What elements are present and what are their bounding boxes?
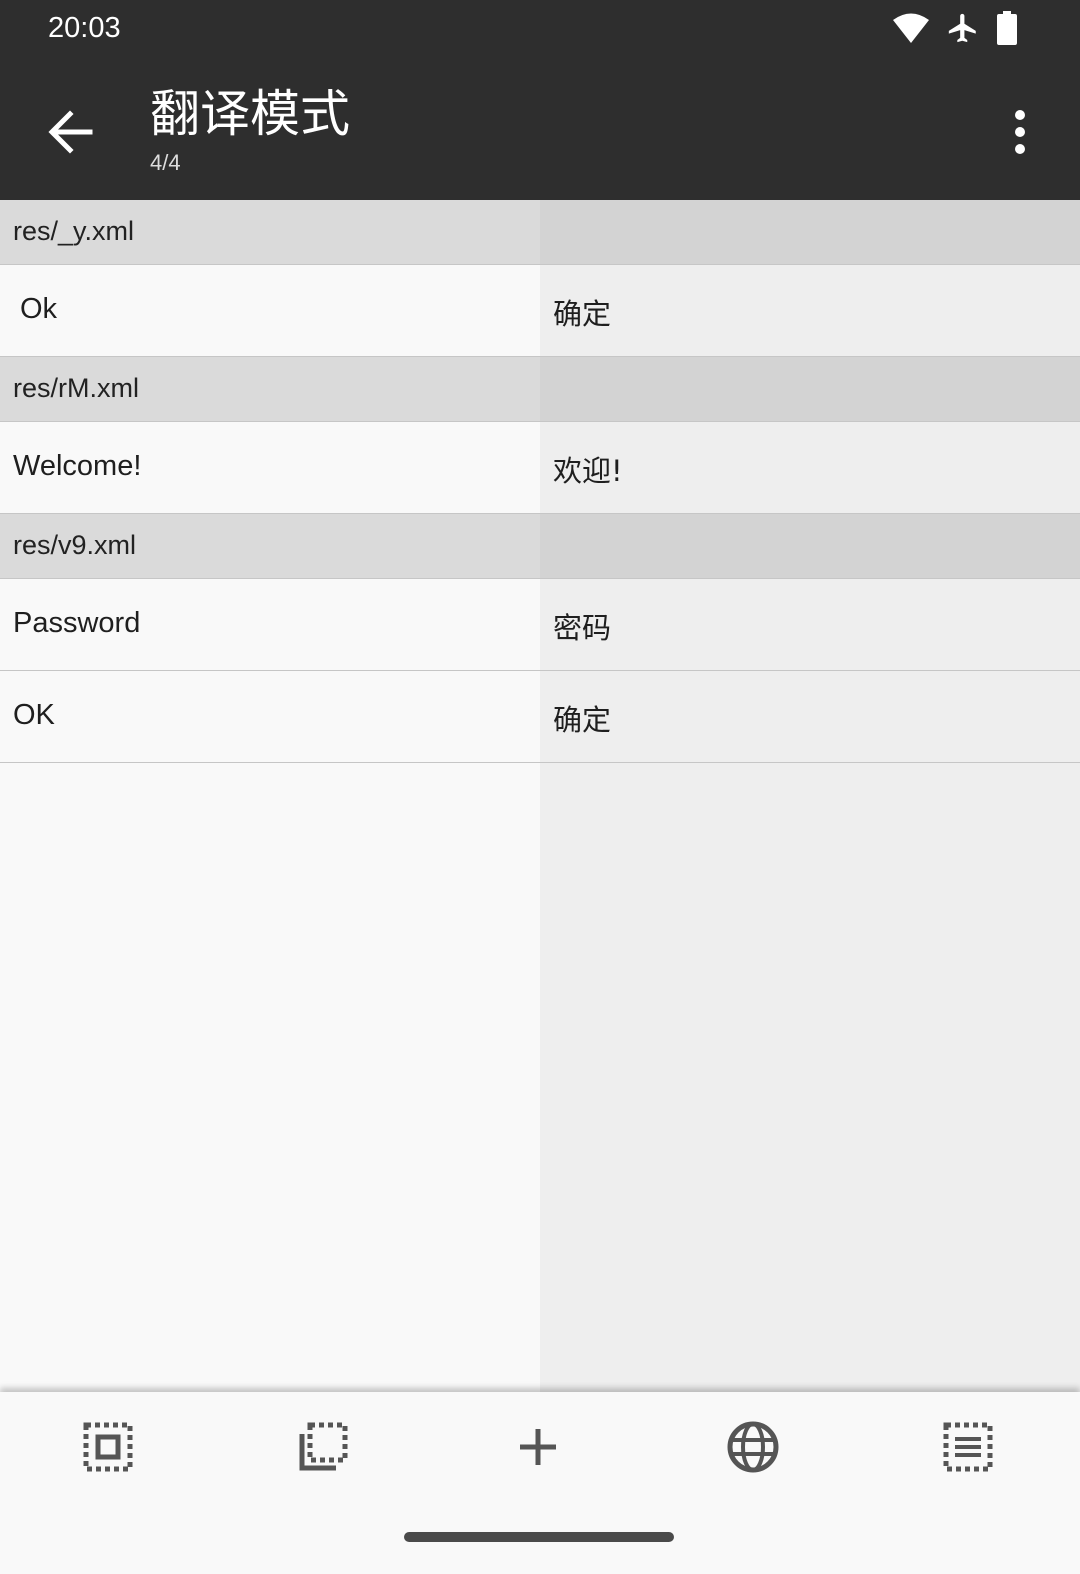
translated-text: 密码 [553,611,612,645]
status-icons [892,10,1018,50]
more-vert-icon [1000,110,1040,166]
airplane-icon [946,11,980,49]
status-bar: 20:03 [0,0,1080,62]
add-icon [516,1425,560,1473]
translation-list[interactable]: res/_y.xml Ok 确定 res/rM.xml Welcome! 欢迎!… [0,200,1080,1392]
string-row[interactable]: Ok 确定 [0,265,1080,357]
app-bar: 翻译模式 4/4 [0,62,1080,200]
battery-icon [996,11,1018,49]
translated-text: 确定 [553,703,612,737]
file-path: res/_y.xml [13,216,135,246]
select-list-button[interactable] [930,1416,1006,1482]
status-time: 20:03 [48,12,121,44]
select-all-button[interactable] [70,1416,146,1482]
add-button[interactable] [500,1416,576,1482]
bottom-toolbar [0,1392,1080,1574]
select-list-icon [943,1422,993,1476]
translated-text: 欢迎! [553,454,623,488]
translate-button[interactable] [715,1416,791,1482]
select-range-icon [298,1422,348,1476]
arrow-back-icon [40,110,100,166]
file-group-header[interactable]: res/v9.xml [0,514,1080,579]
page-subtitle: 4/4 [150,150,181,175]
back-button[interactable] [40,102,100,162]
overflow-menu-button[interactable] [1000,102,1040,162]
file-group-header[interactable]: res/_y.xml [0,200,1080,265]
select-range-button[interactable] [285,1416,361,1482]
string-row[interactable]: Welcome! 欢迎! [0,422,1080,514]
file-path: res/v9.xml [13,530,137,560]
string-row[interactable]: OK 确定 [0,671,1080,763]
source-text: Welcome! [13,450,142,482]
gesture-nav-handle[interactable] [404,1532,674,1542]
page-title: 翻译模式 [150,85,350,143]
source-text: OK [13,699,55,731]
source-text: Ok [20,293,58,325]
translate-globe-icon [726,1420,780,1478]
select-all-icon [83,1422,133,1476]
file-group-header[interactable]: res/rM.xml [0,357,1080,422]
translated-text: 确定 [553,297,612,331]
wifi-icon [892,12,930,48]
string-row[interactable]: Password 密码 [0,579,1080,671]
source-text: Password [13,607,141,639]
file-path: res/rM.xml [13,373,139,403]
